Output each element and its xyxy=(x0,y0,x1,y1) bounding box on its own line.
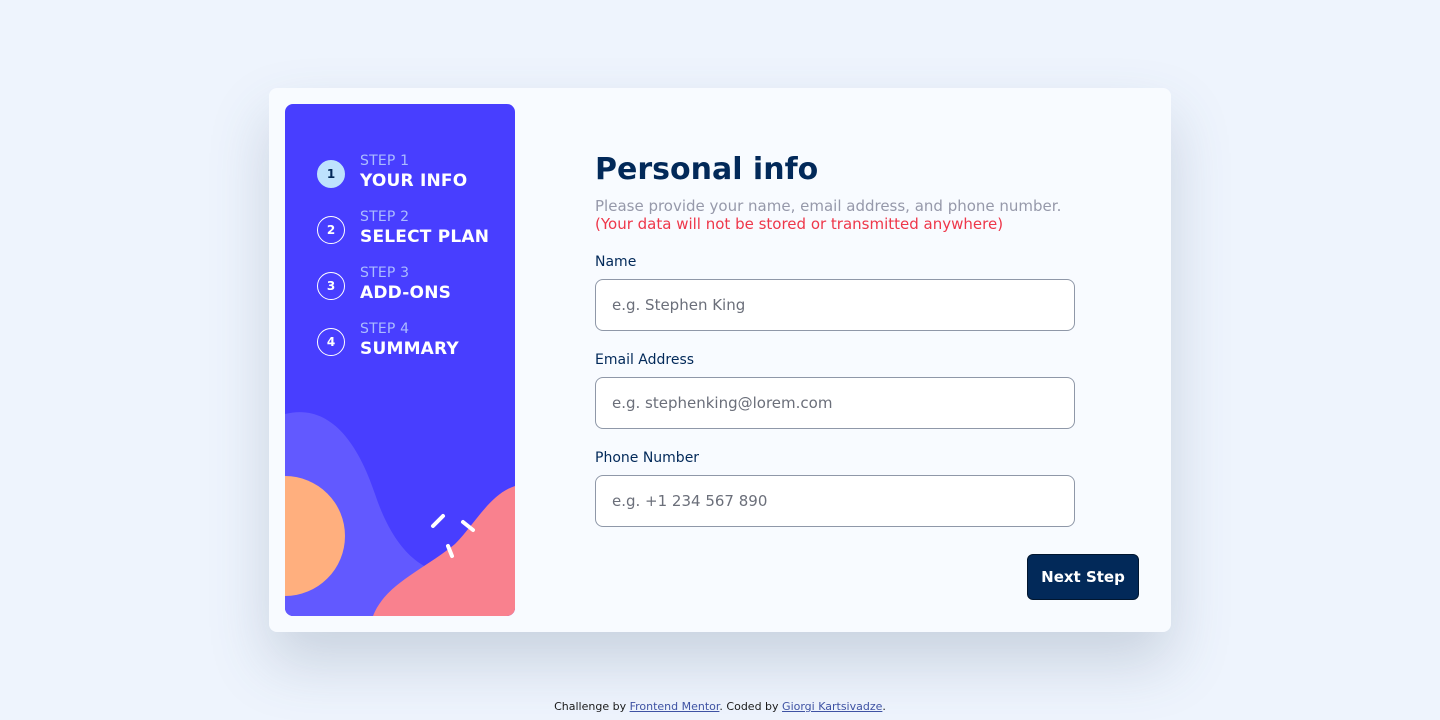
step-3[interactable]: 3 STEP 3 ADD-ONS xyxy=(317,265,507,312)
step-title: ADD-ONS xyxy=(360,283,452,303)
step-1[interactable]: 1 STEP 1 YOUR INFO xyxy=(317,153,507,200)
next-step-button[interactable]: Next Step xyxy=(1027,554,1139,600)
attribution-footer: Challenge by Frontend Mentor. Coded by G… xyxy=(0,700,1440,713)
step-4[interactable]: 4 STEP 4 SUMMARY xyxy=(317,321,507,368)
step-2[interactable]: 2 STEP 2 SELECT PLAN xyxy=(317,209,507,256)
step-caption: STEP 3 xyxy=(360,265,410,281)
step-number: 3 xyxy=(317,272,345,300)
step-number: 1 xyxy=(317,160,345,188)
privacy-warning: (Your data will not be stored or transmi… xyxy=(595,215,1004,233)
form-subtitle: Please provide your name, email address,… xyxy=(595,197,1062,215)
email-label: Email Address xyxy=(595,352,695,368)
phone-label: Phone Number xyxy=(595,450,700,466)
author-link[interactable]: Giorgi Kartsivadze xyxy=(782,700,882,713)
footer-prefix: Challenge by xyxy=(554,700,630,713)
footer-middle: . Coded by xyxy=(719,700,783,713)
step-number: 2 xyxy=(317,216,345,244)
step-caption: STEP 1 xyxy=(360,153,410,169)
footer-suffix: . xyxy=(882,700,886,713)
step-title: YOUR INFO xyxy=(360,171,468,191)
personal-info-form: Personal info Please provide your name, … xyxy=(595,88,1155,632)
frontend-mentor-link[interactable]: Frontend Mentor xyxy=(630,700,720,713)
name-label: Name xyxy=(595,254,637,270)
email-input[interactable] xyxy=(595,377,1075,429)
name-input[interactable] xyxy=(595,279,1075,331)
step-title: SUMMARY xyxy=(360,339,459,359)
page-title: Personal info xyxy=(595,152,819,187)
form-card: 1 STEP 1 YOUR INFO 2 STEP 2 SELECT PLAN … xyxy=(269,88,1171,632)
step-caption: STEP 2 xyxy=(360,209,410,225)
step-number: 4 xyxy=(317,328,345,356)
phone-input[interactable] xyxy=(595,475,1075,527)
step-caption: STEP 4 xyxy=(360,321,410,337)
step-title: SELECT PLAN xyxy=(360,227,490,247)
steps-sidebar: 1 STEP 1 YOUR INFO 2 STEP 2 SELECT PLAN … xyxy=(285,104,515,616)
